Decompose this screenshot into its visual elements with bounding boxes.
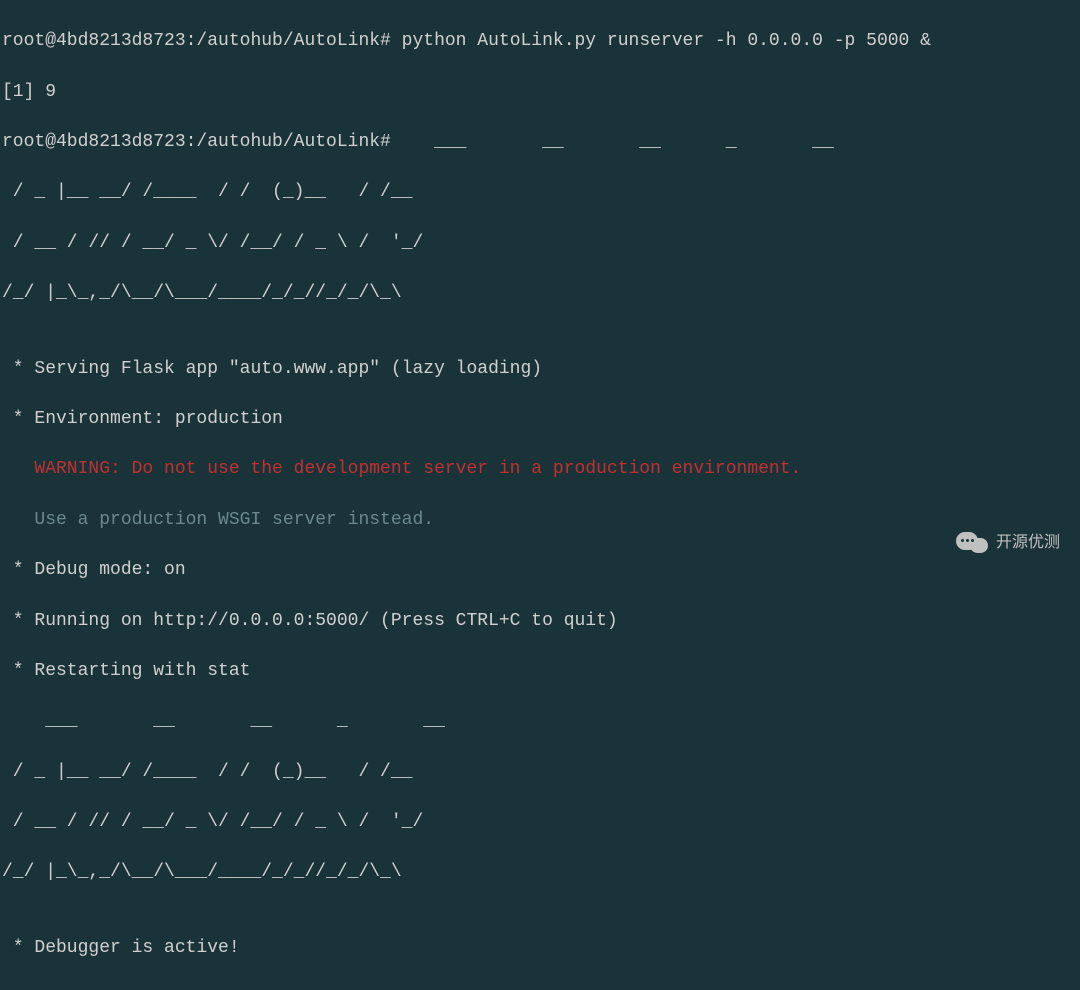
ascii-art-line: /_/ |_\_,_/\__/\___/____/_/_//_/_/\_\ bbox=[2, 860, 1078, 885]
ascii-art-line: ___ __ __ _ __ bbox=[391, 132, 834, 152]
flask-wsgi-hint: Use a production WSGI server instead. bbox=[2, 508, 1078, 533]
wechat-icon bbox=[956, 530, 988, 556]
flask-serving: * Serving Flask app "auto.www.app" (lazy… bbox=[2, 357, 1078, 382]
watermark: 开源优测 bbox=[956, 530, 1060, 556]
shell-prompt: root@4bd8213d8723:/autohub/AutoLink# bbox=[2, 132, 391, 152]
job-output: [1] 9 bbox=[2, 80, 1078, 105]
flask-restart: * Restarting with stat bbox=[2, 659, 1078, 684]
ascii-art-line: / __ / // / __/ _ \/ /__/ / _ \ / '_/ bbox=[2, 231, 1078, 256]
ascii-art-line: / __ / // / __/ _ \/ /__/ / _ \ / '_/ bbox=[2, 810, 1078, 835]
prompt-line-2: root@4bd8213d8723:/autohub/AutoLink# ___… bbox=[2, 130, 1078, 155]
flask-running: * Running on http://0.0.0.0:5000/ (Press… bbox=[2, 609, 1078, 634]
ascii-art-line: /_/ |_\_,_/\__/\___/____/_/_//_/_/\_\ bbox=[2, 281, 1078, 306]
flask-warning: WARNING: Do not use the development serv… bbox=[2, 457, 1078, 482]
shell-prompt: root@4bd8213d8723:/autohub/AutoLink# bbox=[2, 31, 391, 51]
prompt-line-1: root@4bd8213d8723:/autohub/AutoLink# pyt… bbox=[2, 29, 1078, 54]
command-text: python AutoLink.py runserver -h 0.0.0.0 … bbox=[391, 31, 931, 51]
terminal-output: root@4bd8213d8723:/autohub/AutoLink# pyt… bbox=[0, 0, 1080, 990]
ascii-art-line: / _ |__ __/ /____ / / (_)__ / /__ bbox=[2, 760, 1078, 785]
flask-debugger-active: * Debugger is active! bbox=[2, 936, 1078, 961]
ascii-art-line: ___ __ __ _ __ bbox=[2, 709, 1078, 734]
flask-environment: * Environment: production bbox=[2, 407, 1078, 432]
ascii-art-line: / _ |__ __/ /____ / / (_)__ / /__ bbox=[2, 180, 1078, 205]
watermark-text: 开源优测 bbox=[996, 532, 1060, 554]
flask-debug-mode: * Debug mode: on bbox=[2, 558, 1078, 583]
